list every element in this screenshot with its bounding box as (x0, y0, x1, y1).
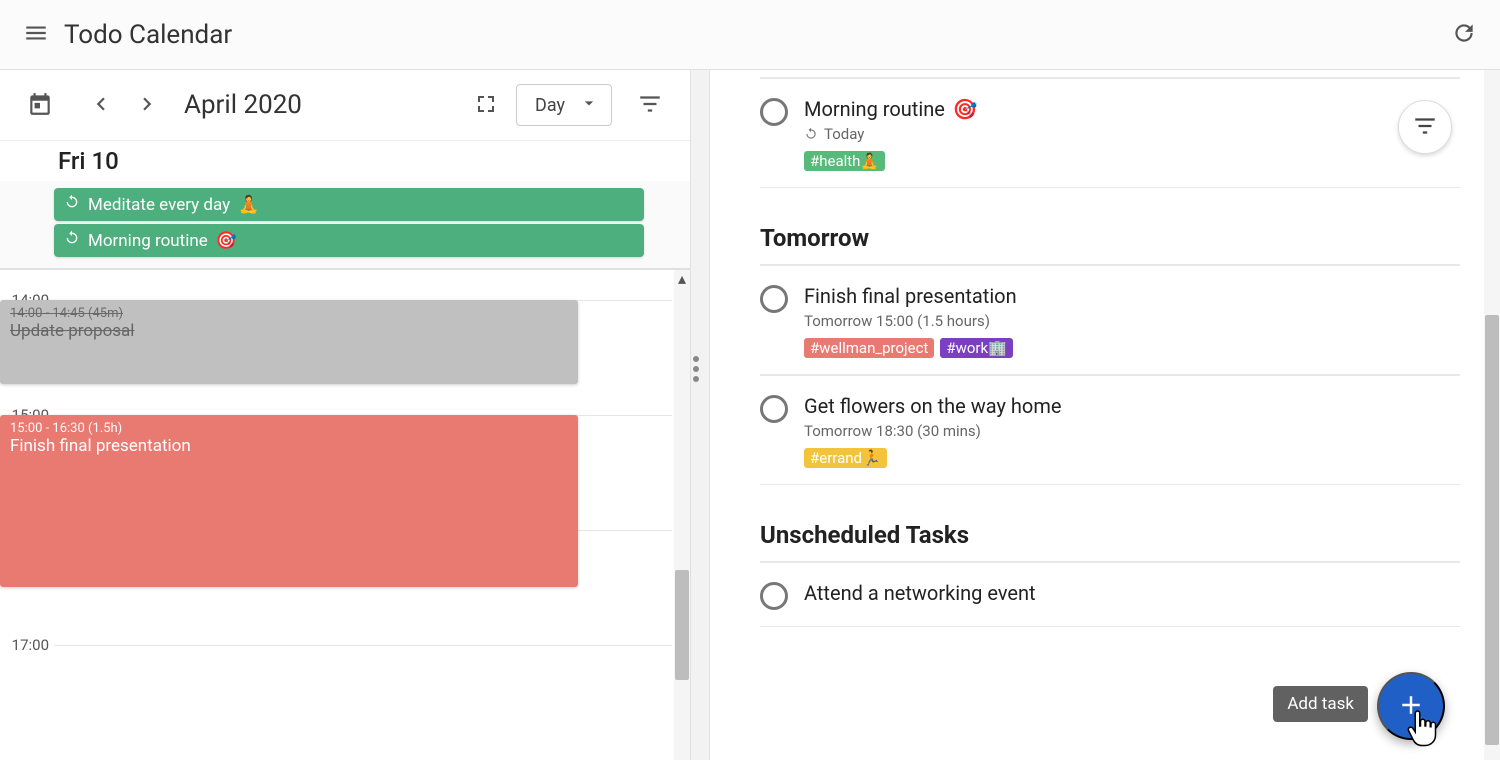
task-meta: Tomorrow 18:30 (30 mins) (804, 422, 1460, 440)
task-tag[interactable]: #health🧘 (804, 151, 885, 171)
task-tag[interactable]: #errand🏃 (804, 448, 887, 468)
task-item[interactable]: Attend a networking event (760, 562, 1460, 626)
event-time: 14:00 - 14:45 (45m) (10, 306, 568, 321)
tasks-filter-fab[interactable] (1398, 100, 1452, 154)
scroll-thumb[interactable] (1485, 315, 1499, 745)
view-select[interactable]: Day (516, 84, 612, 126)
calendar-scrollbar[interactable]: ▴ (674, 270, 690, 760)
allday-event[interactable]: Morning routine 🎯 (54, 224, 644, 257)
allday-event[interactable]: Meditate every day 🧘 (54, 188, 644, 221)
app-title: Todo Calendar (64, 20, 232, 50)
allday-section: Meditate every day 🧘 Morning routine 🎯 (0, 181, 690, 270)
allday-event-title: Meditate every day (88, 195, 230, 215)
task-item[interactable]: Get flowers on the way home Tomorrow 18:3… (760, 375, 1460, 484)
task-checkbox[interactable] (760, 395, 788, 423)
calendar-event[interactable]: 14:00 - 14:45 (45m)Update proposal (0, 300, 578, 384)
allday-event-title: Morning routine (88, 231, 208, 251)
next-period-button[interactable] (128, 85, 168, 125)
task-repeat-label: Today (824, 125, 864, 143)
task-meta: Tomorrow 15:00 (1.5 hours) (804, 312, 1460, 330)
day-header: Fri 10 (0, 140, 690, 181)
chevron-down-icon (565, 93, 599, 118)
event-title: Finish final presentation (10, 436, 568, 456)
task-title: Get flowers on the way home (804, 394, 1061, 418)
scroll-up-arrow[interactable]: ▴ (674, 270, 690, 286)
chevron-right-icon (135, 91, 161, 120)
refresh-button[interactable] (1444, 15, 1484, 55)
task-emoji: 🎯 (953, 97, 978, 121)
time-grid[interactable]: 13:0014:0015:0016:0017:0014:00 - 14:45 (… (0, 270, 690, 760)
split-divider[interactable] (690, 70, 710, 760)
calendar-panel: April 2020 Day Fri 10 Meditate every day… (0, 70, 690, 760)
tasks-panel: Morning routine 🎯 Today #health🧘 Tomorro… (710, 70, 1500, 760)
calendar-filter-button[interactable] (630, 85, 670, 125)
app-bar: Todo Calendar (0, 0, 1500, 70)
task-title: Morning routine (804, 97, 945, 121)
drag-handle-icon (693, 355, 699, 383)
task-item[interactable]: Morning routine 🎯 Today #health🧘 (760, 78, 1460, 187)
calendar-toolbar: April 2020 Day (0, 70, 690, 140)
event-title: Update proposal (10, 321, 568, 341)
tasks-scrollbar[interactable] (1484, 70, 1500, 760)
menu-icon (23, 20, 49, 49)
allday-event-emoji: 🧘 (238, 195, 259, 215)
task-tag[interactable]: #wellman_project (804, 338, 934, 358)
today-button[interactable] (20, 85, 60, 125)
hamburger-menu-button[interactable] (16, 15, 56, 55)
task-checkbox[interactable] (760, 98, 788, 126)
repeat-icon (64, 230, 80, 251)
task-checkbox[interactable] (760, 285, 788, 313)
task-group-heading: Unscheduled Tasks (760, 521, 1460, 549)
plus-icon (1396, 690, 1426, 723)
scroll-thumb[interactable] (675, 570, 689, 680)
add-task-fab[interactable] (1377, 672, 1445, 740)
refresh-icon (1451, 20, 1477, 49)
filter-icon (637, 91, 663, 120)
chevron-left-icon (87, 91, 113, 120)
fab-tooltip: Add task (1273, 686, 1368, 722)
hour-label: 17:00 (0, 636, 49, 654)
view-select-value: Day (535, 95, 565, 116)
event-time: 15:00 - 16:30 (1.5h) (10, 421, 568, 436)
filter-icon (1412, 113, 1438, 142)
expand-calendar-button[interactable] (466, 85, 506, 125)
task-checkbox[interactable] (760, 582, 788, 610)
calendar-event[interactable]: 15:00 - 16:30 (1.5h)Finish final present… (0, 415, 578, 587)
repeat-icon (804, 127, 818, 141)
task-tag[interactable]: #work🏢 (940, 338, 1012, 358)
task-title: Finish final presentation (804, 284, 1017, 308)
calendar-month-label: April 2020 (184, 90, 302, 120)
repeat-icon (64, 194, 80, 215)
allday-event-emoji: 🎯 (216, 231, 237, 251)
task-item[interactable]: Finish final presentation Tomorrow 15:00 … (760, 265, 1460, 374)
fullscreen-icon (474, 92, 498, 119)
task-group-heading: Tomorrow (760, 224, 1460, 252)
prev-period-button[interactable] (80, 85, 120, 125)
calendar-today-icon (27, 91, 53, 120)
task-title: Attend a networking event (804, 581, 1036, 605)
